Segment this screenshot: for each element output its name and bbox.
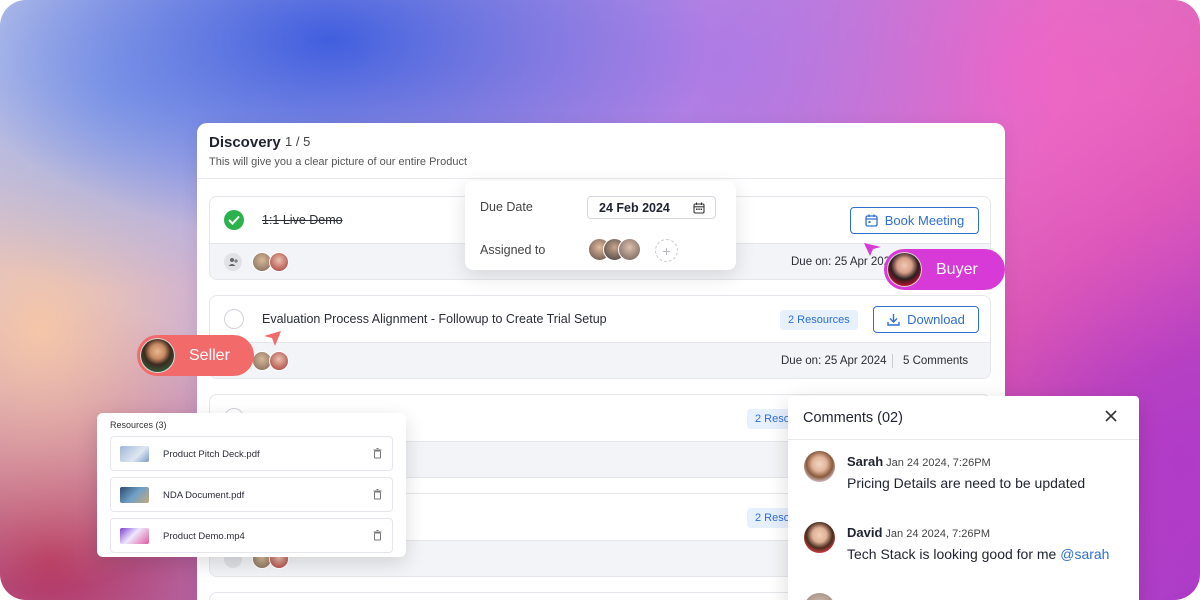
avatar <box>804 522 835 553</box>
due-date-value: 24 Feb 2024 <box>599 201 670 215</box>
trash-icon[interactable] <box>373 489 382 500</box>
resources-pill[interactable]: 2 Resources <box>780 310 858 330</box>
divider <box>892 354 893 368</box>
stage-title: Discovery <box>209 134 281 151</box>
file-thumbnail <box>120 487 149 503</box>
avatar[interactable] <box>269 252 289 272</box>
file-thumbnail <box>120 528 149 544</box>
avatar[interactable] <box>269 351 289 371</box>
comment-time: Jan 24 2024, 7:26PM <box>885 528 990 540</box>
divider <box>197 178 1005 179</box>
mention-link[interactable]: @sarah <box>1060 546 1109 562</box>
download-button[interactable]: Download <box>873 306 979 333</box>
completed-check-icon[interactable] <box>224 210 244 230</box>
divider <box>788 439 1139 440</box>
comment-author: David Jan 24 2024, 7:26PM <box>847 525 990 540</box>
resource-item[interactable]: Product Pitch Deck.pdf <box>110 436 393 471</box>
trash-icon[interactable] <box>373 530 382 541</box>
task-item: Evaluation Process Alignment - Followup … <box>209 295 991 379</box>
avatar[interactable] <box>618 238 641 261</box>
assigned-to-label: Assigned to <box>480 243 546 257</box>
calendar-icon <box>693 202 705 214</box>
task-name[interactable]: 1:1 Live Demo <box>262 213 343 227</box>
author-name: Sarah <box>847 454 884 469</box>
seller-badge: Seller <box>137 335 254 376</box>
buyer-label: Buyer <box>936 260 978 278</box>
stage-subtitle: This will give you a clear picture of ou… <box>209 156 468 168</box>
calendar-icon <box>865 214 878 227</box>
resource-item[interactable]: Product Demo.mp4 <box>110 518 393 553</box>
add-assignee-icon[interactable]: + <box>655 239 678 262</box>
book-meeting-label: Book Meeting <box>884 213 965 228</box>
due-date: Due on: 25 Apr 2024 <box>781 355 887 367</box>
comments-count-link[interactable]: 5 Comments <box>903 355 968 367</box>
comments-title: Comments (02) <box>803 410 903 426</box>
buyer-avatar <box>887 252 922 287</box>
task-details-popover: Due Date 24 Feb 2024 Assigned to + <box>465 181 736 270</box>
avatar <box>804 451 835 482</box>
avatar <box>804 593 835 600</box>
resources-title: Resources (3) <box>110 420 167 430</box>
comment-author: Sarah Jan 24 2024, 7:26PM <box>847 454 991 469</box>
stage-progress-count: 1 / 5 <box>285 134 311 149</box>
task-checkbox[interactable] <box>224 309 244 329</box>
resources-panel: Resources (3) Product Pitch Deck.pdf NDA… <box>97 413 406 557</box>
download-icon <box>887 314 900 326</box>
close-icon[interactable] <box>1105 410 1117 422</box>
buyer-cursor-icon <box>864 243 881 256</box>
resource-name: NDA Document.pdf <box>163 490 245 501</box>
add-user-icon[interactable] <box>224 253 242 271</box>
due-date-input[interactable]: 24 Feb 2024 <box>587 196 716 219</box>
comment-body: Tech Stack is looking good for me <box>847 546 1061 562</box>
buyer-badge: Buyer <box>884 249 1005 290</box>
seller-label: Seller <box>189 346 230 364</box>
trash-icon[interactable] <box>373 448 382 459</box>
comment-text: Pricing Details are need to be updated <box>847 475 1086 491</box>
resource-item[interactable]: NDA Document.pdf <box>110 477 393 512</box>
comment-time: Jan 24 2024, 7:26PM <box>886 457 991 469</box>
due-date-label: Due Date <box>480 200 533 214</box>
book-meeting-button[interactable]: Book Meeting <box>850 207 979 234</box>
download-label: Download <box>907 312 965 327</box>
seller-cursor-icon <box>264 331 281 346</box>
seller-avatar <box>140 338 175 373</box>
comments-panel: Comments (02) Sarah Jan 24 2024, 7:26PM P… <box>788 396 1139 600</box>
author-name: David <box>847 525 883 540</box>
comment-text: Tech Stack is looking good for me @sarah <box>847 546 1109 562</box>
resource-name: Product Pitch Deck.pdf <box>163 449 260 460</box>
task-name[interactable]: Evaluation Process Alignment - Followup … <box>262 312 607 326</box>
file-thumbnail <box>120 446 149 462</box>
background-frame: Discovery 1 / 5 This will give you a cle… <box>0 0 1200 600</box>
resource-name: Product Demo.mp4 <box>163 531 245 542</box>
due-date: Due on: 25 Apr 2024 <box>791 256 897 268</box>
